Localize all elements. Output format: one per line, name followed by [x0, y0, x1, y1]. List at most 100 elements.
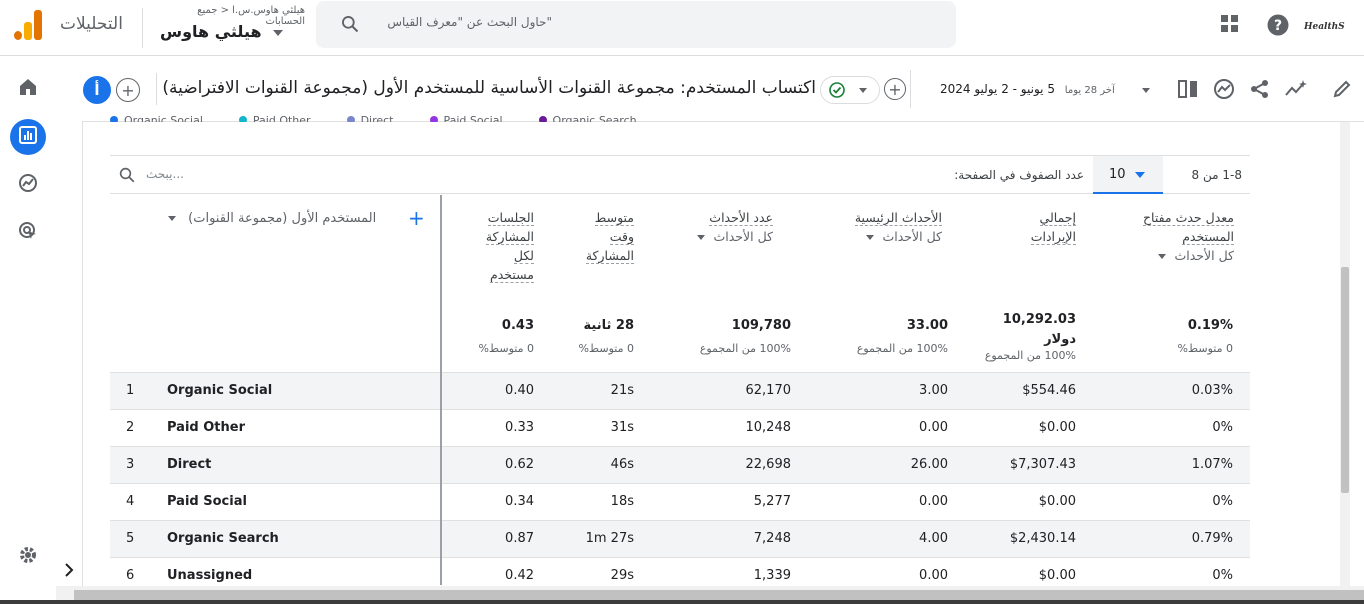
app-name: التحليلات [60, 14, 123, 34]
chevron-down-icon [697, 235, 706, 240]
brand-logo-text: HealthS [1304, 22, 1345, 32]
nav-admin[interactable] [10, 539, 46, 575]
revenue-value: $7,307.43 [1009, 457, 1076, 472]
vertical-scrollbar[interactable] [1340, 122, 1350, 586]
share-icon[interactable] [1250, 79, 1270, 103]
event-filter[interactable]: كل الأحداث [882, 229, 942, 244]
column-header-key-events[interactable]: الأحداث الرئيسية كل الأحداث [832, 208, 942, 246]
scrollbar-thumb[interactable] [74, 590, 1364, 600]
total-revenue-sub: 100% من المجموع [984, 349, 1076, 362]
chevron-down-icon[interactable] [1142, 88, 1150, 93]
event-count-value: 1,339 [753, 568, 791, 583]
table-search-input[interactable]: يبحث... [146, 167, 184, 181]
table-row[interactable]: 1 Organic Social 0.40 21s 62,170 3.00 $554.46 0… [110, 372, 1250, 409]
search-icon[interactable] [118, 166, 136, 188]
channel-name[interactable]: Paid Other [167, 420, 245, 435]
event-count-value: 10,248 [745, 420, 792, 435]
nav-home[interactable] [10, 71, 46, 107]
scrollbar-thumb[interactable] [1341, 267, 1349, 493]
left-nav [0, 57, 56, 604]
compare-icon[interactable] [1178, 79, 1198, 103]
column-title: متوسط وقت المشاركة [585, 210, 634, 264]
account-avatar[interactable]: HealthS [1304, 12, 1345, 42]
column-title: معدل حدث مفتاح المستخدم [1142, 210, 1234, 245]
table-row[interactable]: 5 Organic Search 0.87 1m 27s 7,248 4.00 $2,430… [110, 520, 1250, 557]
event-filter[interactable]: كل الأحداث [713, 229, 773, 244]
analytics-logo-icon[interactable] [14, 10, 42, 40]
column-title: عدد الأحداث [709, 210, 773, 226]
column-header-avg-engagement-time[interactable]: متوسط وقت المشاركة [582, 208, 634, 265]
column-header-total-revenue[interactable]: إجمالي الإيرادات [1016, 208, 1076, 246]
page-title: اكتساب المستخدم: مجموعة القنوات الأساسية… [162, 78, 816, 98]
chevron-down-icon [1135, 172, 1145, 178]
channel-name[interactable]: Organic Search [167, 531, 279, 546]
home-icon [18, 77, 38, 101]
chevron-down-icon [273, 29, 284, 36]
expand-nav-button[interactable] [56, 558, 82, 584]
trend-sparkle-icon[interactable] [1285, 79, 1307, 103]
divider [142, 8, 143, 48]
total-engaged-sessions-sub: 0 متوسط% [478, 342, 534, 355]
edit-pencil-icon[interactable] [1332, 79, 1352, 103]
total-key-event-rate: 0.19% [1187, 318, 1233, 333]
report-status-chip[interactable] [820, 76, 880, 104]
dimension-column-separator[interactable] [440, 195, 442, 585]
column-title: الجلسات المشاركة لكل مستخدم [485, 210, 534, 283]
top-bar: التحليلات هيلثي هاوس.س.ا < جميع الحسابات… [0, 0, 1364, 56]
rows-per-page-select[interactable]: 10 [1093, 156, 1163, 194]
channel-name[interactable]: Organic Social [167, 383, 272, 398]
account-selector[interactable]: هيلثي هاوس [160, 22, 284, 41]
engagement-time-value: 1m 27s [585, 531, 634, 546]
customize-button[interactable]: + [884, 78, 906, 100]
column-header-event-count[interactable]: عدد الأحداث كل الأحداث [673, 208, 773, 246]
nav-explore[interactable] [10, 167, 46, 203]
key-events-value: 3.00 [919, 383, 948, 398]
add-dimension-button[interactable]: + [408, 206, 425, 230]
check-circle-icon [829, 82, 845, 102]
apps-grid-icon[interactable] [1220, 14, 1240, 38]
total-engaged-sessions: 0.43 [501, 318, 534, 333]
total-revenue: 10,292.03 دولار [1002, 312, 1076, 347]
search-bar[interactable]: حاول البحث عن "معرف القياس" [316, 1, 956, 48]
channel-name[interactable]: Direct [167, 457, 211, 472]
dimension-label: المستخدم الأول (مجموعة القنوات) [188, 211, 377, 226]
insights-icon[interactable] [1213, 78, 1235, 104]
channel-name[interactable]: Unassigned [167, 568, 252, 583]
table-row[interactable]: 4 Paid Social 0.34 18s 5,277 0.00 $0.00 0% [110, 483, 1250, 520]
user-avatar-button[interactable]: أ [83, 76, 111, 104]
key-event-rate-value: 0% [1212, 420, 1233, 435]
event-count-value: 22,698 [745, 457, 792, 472]
date-range-value: 5 يونيو - 2 يوليو 2024 [940, 82, 1055, 96]
table-row[interactable]: 3 Direct 0.62 46s 22,698 26.00 $7,307.43 1.07% [110, 446, 1250, 483]
key-events-value: 4.00 [919, 531, 948, 546]
date-range-picker[interactable]: آخر 28 يوما 5 يونيو - 2 يوليو 2024 [940, 82, 1115, 96]
engaged-sessions-value: 0.34 [505, 494, 534, 509]
key-event-rate-value: 0.03% [1191, 383, 1233, 398]
row-index: 3 [126, 457, 135, 472]
chevron-down-icon [1158, 254, 1167, 259]
event-filter[interactable]: كل الأحداث [1174, 248, 1234, 263]
table-row[interactable]: 2 Paid Other 0.33 31s 10,248 0.00 $0.00 0% [110, 409, 1250, 446]
revenue-value: $2,430.14 [1009, 531, 1076, 546]
key-events-value: 0.00 [919, 568, 948, 583]
channel-name[interactable]: Paid Social [167, 494, 247, 509]
divider [910, 70, 911, 108]
nav-advertising[interactable] [10, 215, 46, 251]
add-comparison-button[interactable]: + [116, 78, 140, 102]
chevron-right-icon [64, 562, 74, 581]
taskbar-edge [0, 600, 1364, 604]
engagement-time-value: 46s [610, 457, 634, 472]
revenue-value: $0.00 [1038, 568, 1076, 583]
column-header-key-event-rate[interactable]: معدل حدث مفتاح المستخدم كل الأحداث [1124, 208, 1234, 265]
rows-per-page-label: عدد الصفوف في الصفحة: [954, 168, 1084, 182]
column-header-engaged-sessions-per-user[interactable]: الجلسات المشاركة لكل مستخدم [478, 208, 534, 284]
nav-reports[interactable] [10, 119, 46, 155]
divider [156, 73, 157, 105]
dimension-header[interactable]: المستخدم الأول (مجموعة القنوات) [168, 211, 376, 226]
help-icon[interactable]: ? [1267, 14, 1289, 40]
chevron-down-icon [866, 235, 875, 240]
bar-chart-icon [19, 126, 37, 148]
event-count-value: 5,277 [753, 494, 791, 509]
engaged-sessions-value: 0.33 [505, 420, 534, 435]
chevron-down-icon [859, 88, 867, 93]
